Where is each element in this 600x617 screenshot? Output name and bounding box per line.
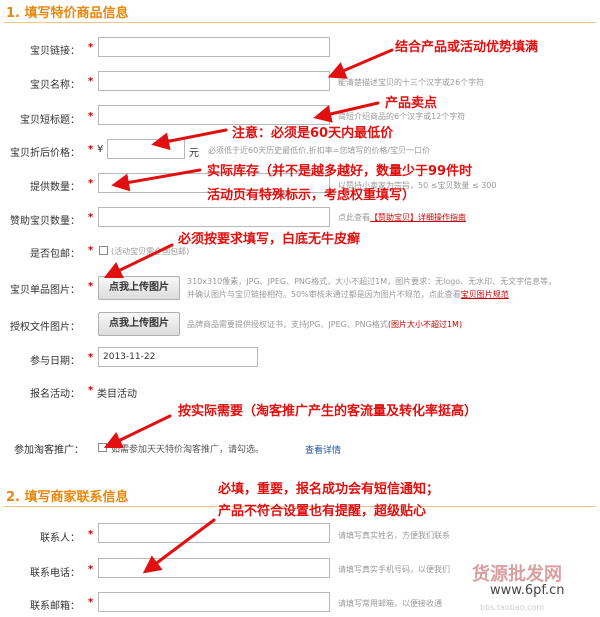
annotation-required-sms-line2: 产品不符合设置也有提醒，超级贴心	[218, 504, 427, 519]
annotation-required-sms-line1: 必填，重要，报名成功会有短信通知；	[218, 482, 440, 497]
arrow-4	[111, 168, 202, 192]
annotation-stock-line1: 实际库存（并不是越多越好，数量少于99件时	[207, 164, 473, 179]
annotation-selling-point: 产品卖点	[385, 96, 438, 111]
annotation-lowest-price: 注意：必须是60天内最低价	[232, 126, 394, 141]
arrow-3	[151, 128, 228, 151]
annotation-stock-line2: 活动页有特殊标示，考虑权重填写）	[207, 188, 416, 203]
annotation-image-requirement: 必须按要求填写，白底无牛皮癣	[178, 232, 361, 247]
arrow-6	[103, 414, 172, 449]
annotation-taoke: 按实际需要（淘客推广产生的客流量及转化率挺高）	[178, 404, 478, 419]
arrow-7	[142, 518, 216, 574]
watermark-sub: bbs.taobao.com	[480, 603, 545, 612]
annotation-arrows	[103, 48, 394, 574]
arrow-1	[327, 48, 394, 79]
arrow-5	[103, 243, 174, 279]
annotation-fill-advantages: 结合产品或活动优势填满	[395, 40, 539, 55]
watermark-url: www.6pf.cn	[490, 583, 565, 598]
arrow-2	[313, 101, 380, 123]
